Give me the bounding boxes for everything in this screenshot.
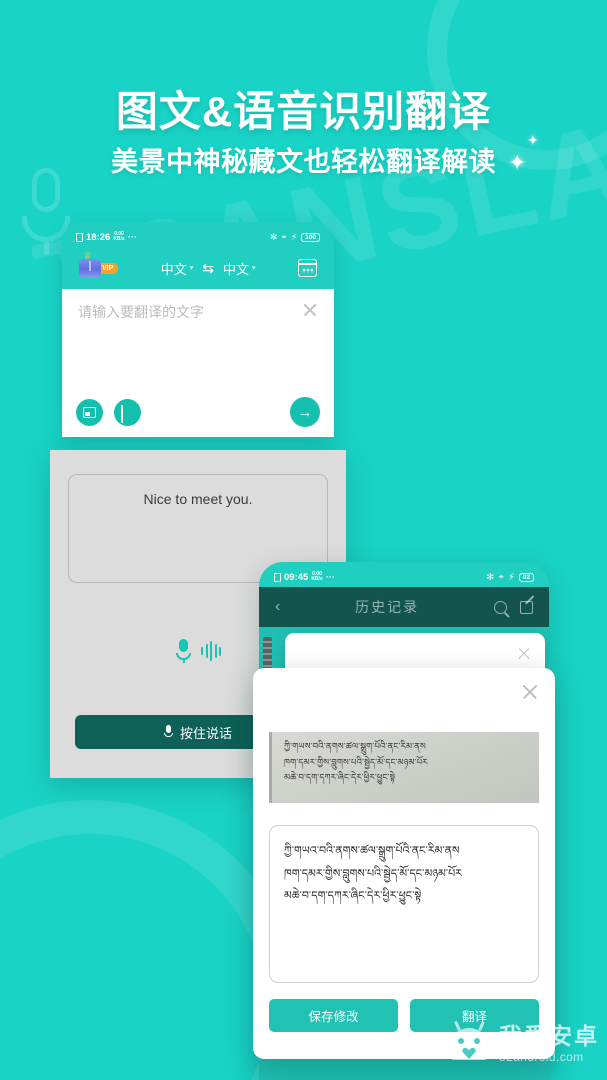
target-language-label: 中文 xyxy=(223,261,250,277)
status-net-speed: 0.00 KB/s xyxy=(311,570,323,582)
search-icon[interactable] xyxy=(494,600,507,614)
sim-card-icon xyxy=(274,572,281,582)
recognized-text-field[interactable]: ཀྱི་གཡའ་བའི་ནགས་ཚལ་སྒྲུག་པོའི་ནང་རིམ་ནས … xyxy=(269,825,539,983)
bluetooth-icon: ✻ xyxy=(486,571,495,583)
avatar: ♕ xyxy=(79,251,101,278)
photo-line: མཆེ་བ་དག་དཀར་ཞིང་དེར་ཕྱིར་ཕྱུང་སྟེ xyxy=(284,773,396,784)
phone-one-input-area: 请输入要翻译的文字 → xyxy=(62,289,334,437)
promo-headline: 图文&语音识别翻译 xyxy=(115,88,492,135)
status-time: 09:45 xyxy=(284,571,309,583)
charging-icon: ⚡ xyxy=(290,231,298,242)
microphone-icon xyxy=(120,404,135,423)
history-header: ‹ 历史记录 xyxy=(259,587,549,627)
bluetooth-icon: ✻ xyxy=(269,231,278,242)
vip-badge[interactable]: ♕ VIP xyxy=(79,251,119,278)
promo-banner: TRANSLATE 图文&语音识别翻译 美景中神秘藏文也轻松翻译解读 ✦ ✦ 1… xyxy=(0,0,607,1080)
photo-line: ཁག་དམར་གྱིས་བླུགས་པའི་སྦྱེད་མོ་དང་མཉམ་པོ… xyxy=(284,757,428,768)
save-changes-button[interactable]: 保存修改 xyxy=(269,999,398,1032)
calendar-icon[interactable] xyxy=(298,259,317,277)
page-title: 历史记录 xyxy=(355,599,420,615)
phone-two-status-bar: 09:45 0.00 KB/s ··· ✻ ◓ ⚡ 92 xyxy=(264,567,544,587)
target-language-selector[interactable]: 中文 ▾ xyxy=(223,259,256,278)
recognized-text-line: མཆེ་བ་དག་དཀར་ཞིང་དེར་ཕྱིར་ཕྱུང་སྟེ xyxy=(284,889,422,903)
modal-actions: 保存修改 翻译 xyxy=(269,999,539,1032)
status-more-icon: ··· xyxy=(127,231,138,243)
recognized-text-line: ཀྱི་གཡའ་བའི་ནགས་ཚལ་སྒྲུག་པོའི་ནང་རིམ་ནས xyxy=(284,844,460,857)
clear-input-icon[interactable] xyxy=(302,302,318,318)
phone-one-toolbar: → xyxy=(62,397,334,427)
edit-icon[interactable] xyxy=(520,600,533,614)
language-selector-group: 中文 ▾ ⇆ 中文 ▾ xyxy=(126,259,290,278)
arrow-right-icon: → xyxy=(297,403,313,421)
sparkle-large-icon: ✦ xyxy=(508,150,527,175)
hold-to-speak-label: 按住说话 xyxy=(179,725,232,741)
source-language-selector[interactable]: 中文 ▾ xyxy=(161,259,194,278)
chevron-down-icon: ▾ xyxy=(252,265,256,272)
recognized-text-line: ཁག་དམར་གྱིས་བླུགས་པའི་སྦྱེད་མོ་དང་མཉམ་པོ… xyxy=(284,866,463,880)
close-icon[interactable] xyxy=(521,683,539,701)
translation-result-text: Nice to meet you. xyxy=(143,491,253,507)
source-language-label: 中文 xyxy=(160,261,187,277)
scroll-handle[interactable] xyxy=(263,637,272,669)
submit-translate-button[interactable]: → xyxy=(290,397,320,427)
history-detail-modal: ཀྱི་གཡས་བའི་ནགས་ཚལ་སྒྲུག་པོའི་ནང་རིམ་ནས … xyxy=(253,668,555,1059)
wifi-icon: ◓ xyxy=(498,571,505,583)
translate-input[interactable]: 请输入要翻译的文字 xyxy=(78,302,302,322)
swap-languages-icon[interactable]: ⇆ xyxy=(202,260,214,277)
wifi-icon: ◓ xyxy=(281,232,287,242)
battery-indicator: 100 xyxy=(301,232,320,242)
crown-icon: ♕ xyxy=(83,250,92,262)
image-icon xyxy=(83,406,96,418)
status-time: 18:26 xyxy=(86,231,111,243)
charging-icon: ⚡ xyxy=(508,571,515,583)
waveform-icon xyxy=(201,640,221,662)
phone-one-status-bar: 18:26 0.00 KB/s ··· ✻ ◓ ⚡ 100 xyxy=(67,227,329,247)
phone-one-header: ♕ VIP 中文 ▾ ⇆ 中文 ▾ xyxy=(67,247,329,289)
microphone-icon xyxy=(175,639,192,663)
chevron-down-icon: ▾ xyxy=(189,265,194,272)
microphone-icon xyxy=(163,725,173,739)
voice-input-button[interactable] xyxy=(114,398,141,426)
close-icon[interactable] xyxy=(517,647,531,661)
translate-button[interactable]: 翻译 xyxy=(410,999,539,1032)
sparkle-small-icon: ✦ xyxy=(527,132,539,148)
battery-indicator: 92 xyxy=(518,572,534,582)
phone-mockup-translate: 18:26 0.00 KB/s ··· ✻ ◓ ⚡ 100 ♕ VIP 中文 ▾… xyxy=(62,222,334,437)
status-net-speed: 0.00 KB/s xyxy=(113,230,125,242)
photo-line: ཀྱི་གཡས་བའི་ནགས་ཚལ་སྒྲུག་པོའི་ནང་རིམ་ནས xyxy=(284,742,426,752)
source-photo-image: ཀྱི་གཡས་བའི་ནགས་ཚལ་སྒྲུག་པོའི་ནང་རིམ་ནས … xyxy=(269,732,539,803)
status-more-icon: ··· xyxy=(325,571,336,583)
sim-card-icon xyxy=(76,232,83,242)
image-translate-button[interactable] xyxy=(76,398,103,426)
